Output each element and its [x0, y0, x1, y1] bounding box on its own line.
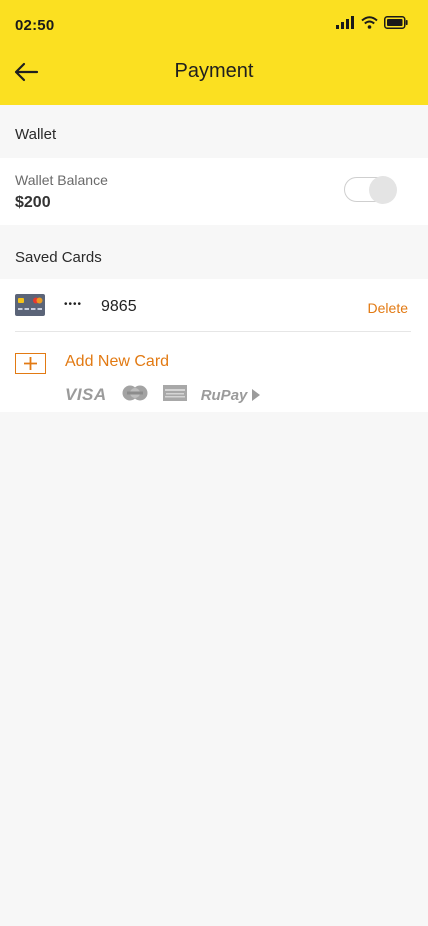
add-new-card-button[interactable]: Add New Card: [0, 349, 428, 377]
page-title: Payment: [174, 60, 254, 82]
wallet-card: Wallet Balance $200: [0, 158, 428, 225]
battery-icon: [384, 16, 408, 29]
delete-card-button[interactable]: Delete: [368, 300, 408, 316]
saved-cards-card: •••• 9865 Delete Add New Card VISA RuPay: [0, 279, 428, 412]
wallet-balance-label: Wallet Balance: [15, 172, 108, 188]
rupay-logo-text: RuPay: [200, 386, 248, 404]
card-last-four: 9865: [101, 298, 137, 315]
card-brands: VISA RuPay: [65, 384, 260, 406]
toggle-knob: [369, 176, 397, 204]
saved-card-row: •••• 9865 Delete: [0, 279, 428, 332]
mastercard-logo: [121, 385, 149, 406]
payment-screen: 02:50 Payment Wallet Wallet Balance $200…: [0, 0, 428, 926]
add-new-card-label: Add New Card: [65, 353, 170, 370]
nav-bar: Payment: [0, 50, 428, 94]
wallet-balance-value: $200: [15, 194, 51, 211]
plus-icon: [15, 353, 46, 374]
wallet-toggle[interactable]: [344, 176, 397, 204]
status-bar: 02:50: [0, 0, 428, 50]
wallet-section-title: Wallet: [15, 126, 57, 143]
status-time: 02:50: [15, 17, 55, 34]
credit-card-icon: [15, 294, 45, 321]
divider: [15, 331, 411, 332]
signal-icon: [336, 16, 355, 29]
amex-logo: [162, 384, 187, 406]
wifi-icon: [361, 16, 378, 29]
status-icons: [336, 16, 408, 29]
card-masked-dots: ••••: [64, 299, 83, 310]
rupay-logo: RuPay: [201, 387, 260, 404]
visa-logo: VISA: [65, 385, 107, 404]
header: 02:50 Payment: [0, 0, 428, 105]
saved-cards-section-title: Saved Cards: [15, 249, 102, 266]
